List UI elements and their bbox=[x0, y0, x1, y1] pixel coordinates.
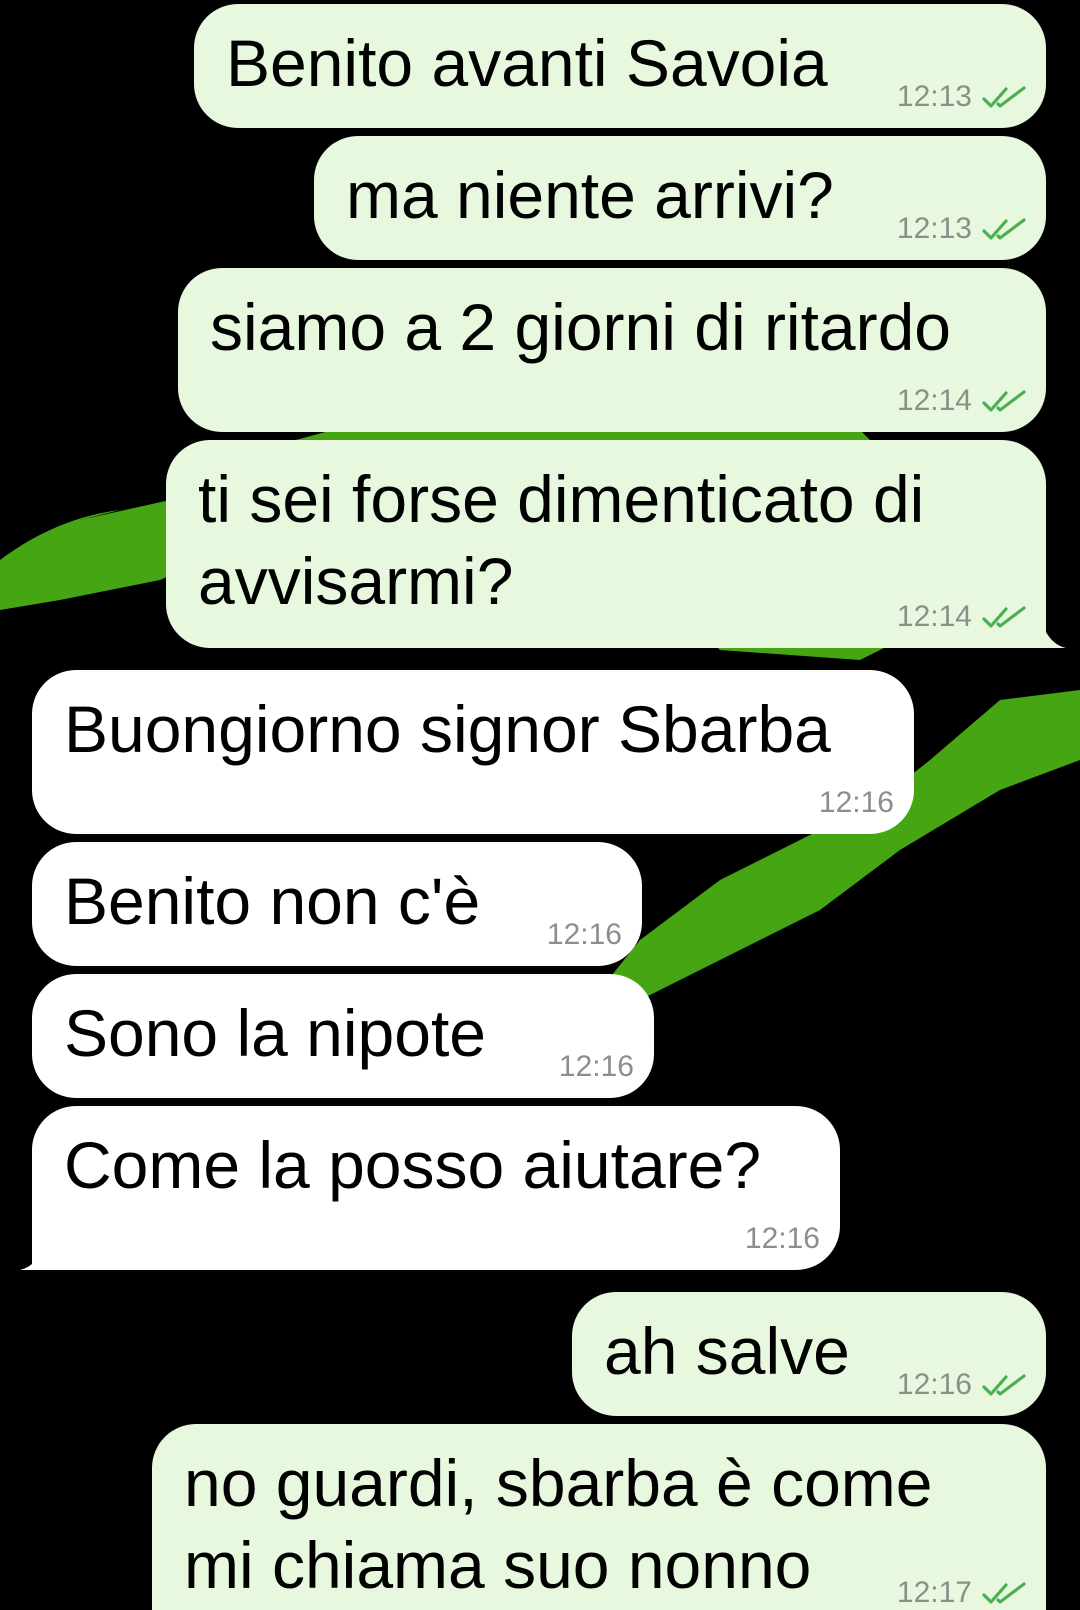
message-meta: 12:16 bbox=[547, 918, 622, 952]
chat-thread: Benito avanti Savoia 12:13 ma niente arr… bbox=[0, 0, 1080, 1610]
message-bubble-outgoing[interactable]: Benito avanti Savoia 12:13 bbox=[194, 4, 1046, 128]
message-bubble-incoming[interactable]: Buongiorno signor Sbarba 12:16 bbox=[32, 670, 914, 834]
message-time: 12:16 bbox=[896, 1368, 972, 1401]
message-text: ma niente arrivi? bbox=[346, 158, 834, 232]
message-time: 12:16 bbox=[546, 918, 622, 951]
message-bubble-outgoing[interactable]: ma niente arrivi? 12:13 bbox=[314, 136, 1046, 260]
message-text: siamo a 2 giorni di ritardo bbox=[210, 290, 952, 364]
message-time: 12:16 bbox=[744, 1222, 820, 1255]
message-meta: 12:13 bbox=[897, 212, 1026, 246]
message-text: ti sei forse dimenticato di avvisarmi? bbox=[198, 462, 925, 618]
message-time: 12:13 bbox=[896, 212, 972, 245]
message-text: ah salve bbox=[604, 1314, 850, 1388]
message-time: 12:14 bbox=[896, 600, 972, 633]
message-meta: 12:14 bbox=[897, 600, 1026, 634]
message-meta: 12:14 bbox=[897, 384, 1026, 418]
message-text: Benito non c'è bbox=[64, 864, 481, 938]
message-meta: 12:16 bbox=[559, 1050, 634, 1084]
message-bubble-outgoing[interactable]: ah salve 12:16 bbox=[572, 1292, 1046, 1416]
message-text: no guardi, sbarba è come mi chiama suo n… bbox=[184, 1446, 933, 1602]
message-bubble-outgoing[interactable]: siamo a 2 giorni di ritardo 12:14 bbox=[178, 268, 1046, 432]
double-check-icon bbox=[982, 1582, 1026, 1604]
message-meta: 12:17 bbox=[897, 1576, 1026, 1610]
message-time: 12:16 bbox=[558, 1050, 634, 1083]
double-check-icon bbox=[982, 218, 1026, 240]
message-meta: 12:13 bbox=[897, 80, 1026, 114]
message-bubble-outgoing[interactable]: no guardi, sbarba è come mi chiama suo n… bbox=[152, 1424, 1046, 1610]
bubble-tail bbox=[20, 1240, 46, 1270]
double-check-icon bbox=[982, 1374, 1026, 1396]
bubble-tail bbox=[1040, 618, 1066, 648]
message-meta: 12:16 bbox=[745, 1222, 820, 1256]
message-text: Sono la nipote bbox=[64, 996, 487, 1070]
message-text: Come la posso aiutare? bbox=[64, 1128, 762, 1202]
message-time: 12:17 bbox=[896, 1576, 972, 1609]
message-time: 12:13 bbox=[896, 80, 972, 113]
message-meta: 12:16 bbox=[819, 786, 894, 820]
double-check-icon bbox=[982, 390, 1026, 412]
message-meta: 12:16 bbox=[897, 1368, 1026, 1402]
message-bubble-incoming[interactable]: Come la posso aiutare? 12:16 bbox=[32, 1106, 840, 1270]
message-text: Buongiorno signor Sbarba bbox=[64, 692, 831, 766]
message-text: Benito avanti Savoia bbox=[226, 26, 828, 100]
message-bubble-incoming[interactable]: Sono la nipote 12:16 bbox=[32, 974, 654, 1098]
message-bubble-outgoing[interactable]: ti sei forse dimenticato di avvisarmi? 1… bbox=[166, 440, 1046, 648]
double-check-icon bbox=[982, 606, 1026, 628]
message-bubble-incoming[interactable]: Benito non c'è 12:16 bbox=[32, 842, 642, 966]
message-time: 12:16 bbox=[818, 786, 894, 819]
double-check-icon bbox=[982, 86, 1026, 108]
message-time: 12:14 bbox=[896, 384, 972, 417]
